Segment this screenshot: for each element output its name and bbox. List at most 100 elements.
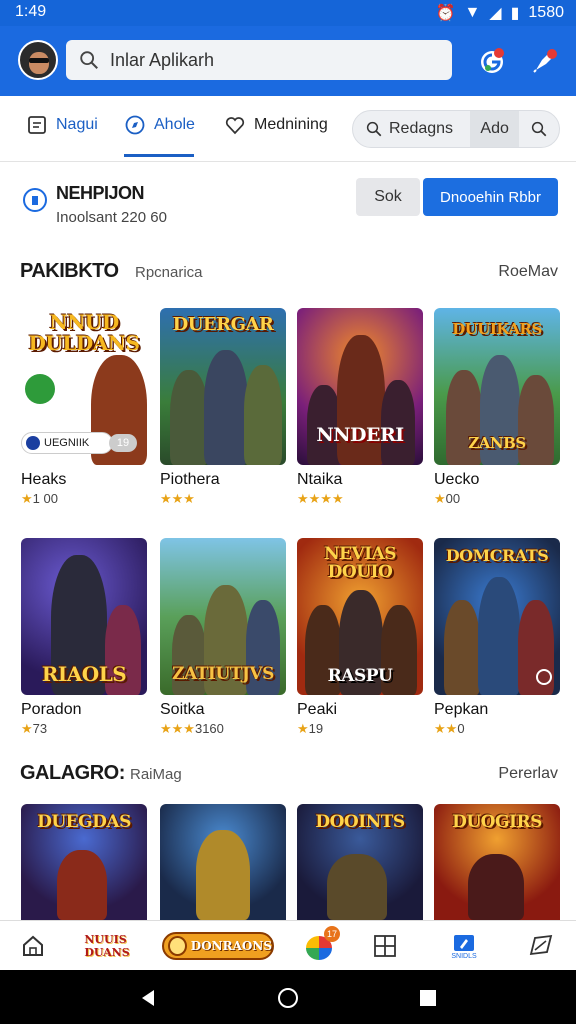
app-card[interactable]: DUEGDAS <box>21 804 147 920</box>
app-rating: ★19 <box>297 721 324 736</box>
app-card[interactable]: NEVIAS DOUIO RASPU Peaki ★19 <box>297 538 423 737</box>
app-thumbnail: DOMCRATS <box>434 538 560 695</box>
nav-games[interactable]: 17 <box>300 926 340 963</box>
app-card[interactable]: ZATIUTJVS Soitka ★★★3160 <box>160 538 286 737</box>
tab-label: Nagui <box>56 116 98 133</box>
app-name: Ntaika <box>297 471 343 488</box>
game-logo-icon: NUUIS DUANS <box>84 933 130 959</box>
nav-more[interactable] <box>524 929 558 963</box>
section-title: GALAGRO: <box>20 762 125 784</box>
send-icon <box>529 934 553 956</box>
app-name: Poradon <box>21 701 82 718</box>
app-card[interactable]: DOMCRATS Pepkan ★★0 <box>434 538 560 737</box>
system-nav-bar <box>0 970 576 1024</box>
info-banner: NEHPIJON Inoolsant 220 60 Sok Dnooehin R… <box>0 163 576 245</box>
bottom-nav: NUUIS DUANS DONRAONS 17 SNIDLS <box>0 920 576 970</box>
search-icon <box>80 51 98 69</box>
search-text: Inlar Aplikarh <box>110 49 215 70</box>
app-screen: { "status": {"time": "1:49", "battery_te… <box>0 0 576 1024</box>
app-thumbnail: NNDERI <box>297 308 423 465</box>
app-header: Inlar Aplikarh <box>0 26 576 96</box>
rocket-icon[interactable] <box>530 46 560 76</box>
app-rating: ★★0 <box>434 721 465 736</box>
app-card[interactable] <box>160 804 286 920</box>
nav-library[interactable]: SNIDLS <box>444 929 484 963</box>
nav-featured[interactable]: DONRAONS <box>160 929 276 963</box>
tab-label: Ahole <box>154 116 195 133</box>
home-icon <box>23 935 43 956</box>
tab-mednining[interactable]: Mednining <box>224 114 328 136</box>
app-name: Soitka <box>160 701 205 718</box>
segment-search-button[interactable] <box>519 111 559 147</box>
app-rating: ★★★★ <box>297 491 344 506</box>
app-card[interactable]: DUERGAR Piothera ★★★ <box>160 308 286 507</box>
avatar[interactable] <box>18 40 58 80</box>
back-icon[interactable] <box>138 988 158 1008</box>
grid-icon <box>374 935 396 957</box>
app-name: Heaks <box>21 471 67 488</box>
app-rating: ★00 <box>434 491 461 506</box>
app-logo-text: NNUD DULDANS <box>28 310 140 355</box>
section-more-link[interactable]: Pererlav <box>498 765 558 783</box>
app-card[interactable]: DUOGIRS <box>434 804 560 920</box>
app-card[interactable]: NNDERI Ntaika ★★★★ <box>297 308 423 507</box>
search-icon <box>532 121 547 137</box>
nav-apps[interactable] <box>368 929 402 963</box>
app-card[interactable]: NNUD DULDANS UEGNIIK 19 Heaks ★1 00 <box>21 308 147 507</box>
section-subtitle: Rpcnarica <box>135 264 203 281</box>
section-title: PAKIBKTO <box>20 260 119 282</box>
status-bar: 1:49 ⏰ ▼ ◢ ▮ 1580 <box>0 0 576 26</box>
segmented-control: Redagns Ado <box>352 110 560 148</box>
nav-game-logo[interactable]: NUUIS DUANS <box>78 929 136 963</box>
info-icon <box>23 188 47 212</box>
segment-option[interactable]: Ado <box>469 111 520 147</box>
info-icon <box>536 669 552 685</box>
battery-level: 1580 <box>528 4 564 21</box>
wifi-icon: ▼ <box>464 4 481 21</box>
app-card[interactable]: DOOINTS <box>297 804 423 920</box>
notification-badge: 17 <box>324 926 340 942</box>
section-subtitle: RaiMag <box>130 766 182 783</box>
secondary-button[interactable]: Sok <box>356 178 420 216</box>
app-thumbnail: DOOINTS <box>297 804 423 920</box>
compass-icon <box>125 115 145 135</box>
google-apps-icon[interactable] <box>478 46 508 76</box>
app-rating: ★1 00 <box>21 491 58 506</box>
signal-icon: ◢ <box>489 5 502 22</box>
app-name: Pepkan <box>434 701 489 718</box>
leaf-icon <box>25 374 55 404</box>
alarm-icon: ⏰ <box>435 5 456 22</box>
battery-icon: ▮ <box>510 5 520 22</box>
app-thumbnail: RIAOLS <box>21 538 147 695</box>
heart-icon <box>225 117 245 135</box>
library-icon <box>454 934 474 951</box>
coin-icon <box>168 936 187 956</box>
primary-button[interactable]: Dnooehin Rbbr <box>423 178 558 216</box>
info-subtitle: Inoolsant 220 60 <box>56 209 167 226</box>
search-icon <box>366 121 382 137</box>
nav-home[interactable] <box>16 929 50 963</box>
app-thumbnail: DUEGDAS <box>21 804 147 920</box>
document-icon <box>28 116 46 134</box>
app-name: Piothera <box>160 471 220 488</box>
segment-search[interactable]: Redagns <box>353 111 470 147</box>
app-card[interactable]: DUUIKARS ZANBS Uecko ★00 <box>434 308 560 507</box>
status-time: 1:49 <box>15 3 47 20</box>
app-name: Uecko <box>434 471 480 488</box>
app-thumbnail: DUOGIRS <box>434 804 560 920</box>
search-input[interactable]: Inlar Aplikarh <box>66 40 452 80</box>
tab-indicator <box>124 154 194 157</box>
app-thumbnail: ZATIUTJVS <box>160 538 286 695</box>
app-rating: ★★★3160 <box>160 721 224 736</box>
app-thumbnail: NEVIAS DOUIO RASPU <box>297 538 423 695</box>
app-thumbnail: DUERGAR <box>160 308 286 465</box>
section-more-link[interactable]: RoeMav <box>498 263 558 281</box>
app-card[interactable]: RIAOLS Poradon ★73 <box>21 538 147 737</box>
home-button-icon[interactable] <box>277 987 299 1009</box>
tab-ahole[interactable]: Ahole <box>124 114 195 136</box>
tab-nagui[interactable]: Nagui <box>26 114 98 136</box>
recents-icon[interactable] <box>419 989 437 1007</box>
app-thumbnail: NNUD DULDANS UEGNIIK 19 <box>21 308 147 465</box>
app-thumbnail <box>160 804 286 920</box>
badge-icon <box>26 436 40 450</box>
